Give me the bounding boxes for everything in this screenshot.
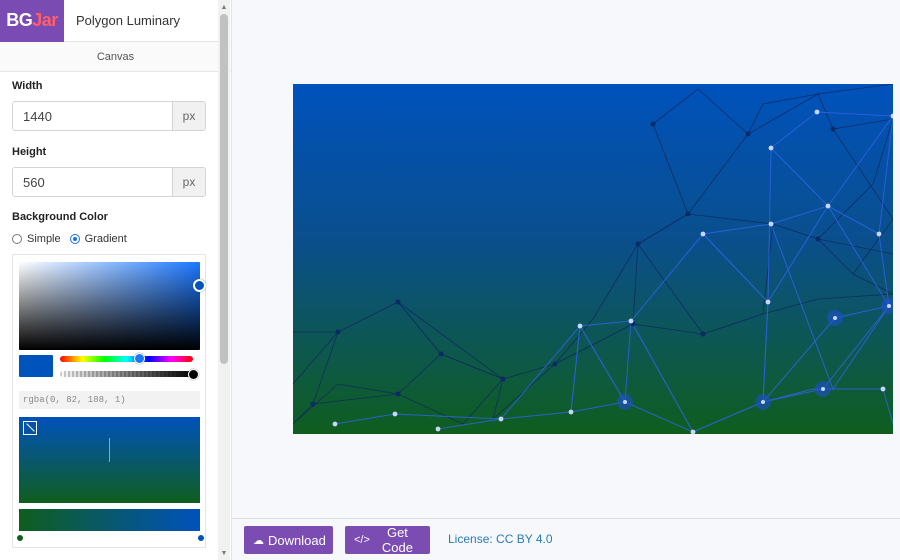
width-input-group: px — [12, 101, 206, 131]
height-input-group: px — [12, 167, 206, 197]
saturation-area[interactable] — [19, 262, 200, 350]
height-unit: px — [172, 168, 205, 196]
gradient-stops-bar[interactable] — [19, 509, 200, 531]
license-link[interactable]: License: CC BY 4.0 — [448, 532, 553, 546]
height-label: Height — [12, 146, 47, 158]
saturation-handle[interactable] — [193, 279, 206, 292]
scroll-up-arrow-icon[interactable]: ▲ — [218, 0, 230, 14]
scroll-thumb[interactable] — [220, 14, 228, 364]
get-code-button[interactable]: </> Get Code — [345, 525, 430, 555]
gradient-stop-end[interactable] — [198, 535, 204, 541]
action-bar: ☁ Download </> Get Code License: CC BY 4… — [232, 518, 900, 560]
sidebar-header: BG Jar Polygon Luminary — [0, 0, 231, 42]
background-type-radio-group: Simple Gradient — [12, 233, 136, 245]
radio-gradient-label[interactable]: Gradient — [85, 233, 127, 245]
code-icon: </> — [354, 534, 370, 546]
radio-simple[interactable] — [12, 234, 22, 244]
polygon-network-graphic — [293, 84, 893, 434]
radio-gradient[interactable] — [69, 234, 80, 244]
current-color-swatch — [19, 355, 53, 377]
get-code-button-label: Get Code — [381, 525, 413, 555]
hue-slider[interactable] — [60, 356, 193, 362]
alpha-handle[interactable] — [188, 369, 199, 380]
gradient-preview[interactable] — [19, 417, 200, 503]
bgjar-logo[interactable]: BG Jar — [0, 0, 64, 42]
width-unit: px — [172, 102, 205, 130]
settings-sidebar: BGJar Polygon Luminary Canvas Width px H… — [0, 0, 232, 560]
cloud-download-icon: ☁ — [253, 534, 264, 547]
gradient-direction-icon[interactable] — [23, 421, 37, 435]
radio-simple-label[interactable]: Simple — [27, 233, 61, 245]
color-picker: rgba(0, 82, 188, 1) — [12, 254, 206, 548]
scroll-down-arrow-icon[interactable]: ▼ — [218, 546, 230, 560]
download-button-label: Download — [268, 532, 326, 548]
width-input[interactable] — [13, 102, 172, 130]
tab-canvas[interactable]: Canvas — [0, 42, 231, 72]
download-button[interactable]: ☁ Download — [244, 526, 333, 554]
rgba-value[interactable]: rgba(0, 82, 188, 1) — [19, 391, 200, 409]
app-title: Polygon Luminary — [76, 13, 181, 28]
hue-handle[interactable] — [134, 353, 145, 364]
sidebar-scrollbar[interactable]: ▲ ▼ — [218, 0, 230, 560]
alpha-slider[interactable] — [60, 371, 193, 377]
gradient-stop-start[interactable] — [17, 535, 23, 541]
height-input[interactable] — [13, 168, 172, 196]
width-label: Width — [12, 80, 43, 92]
gradient-angle-line — [109, 438, 110, 462]
background-preview — [293, 84, 893, 434]
background-color-label: Background Color — [12, 211, 108, 223]
